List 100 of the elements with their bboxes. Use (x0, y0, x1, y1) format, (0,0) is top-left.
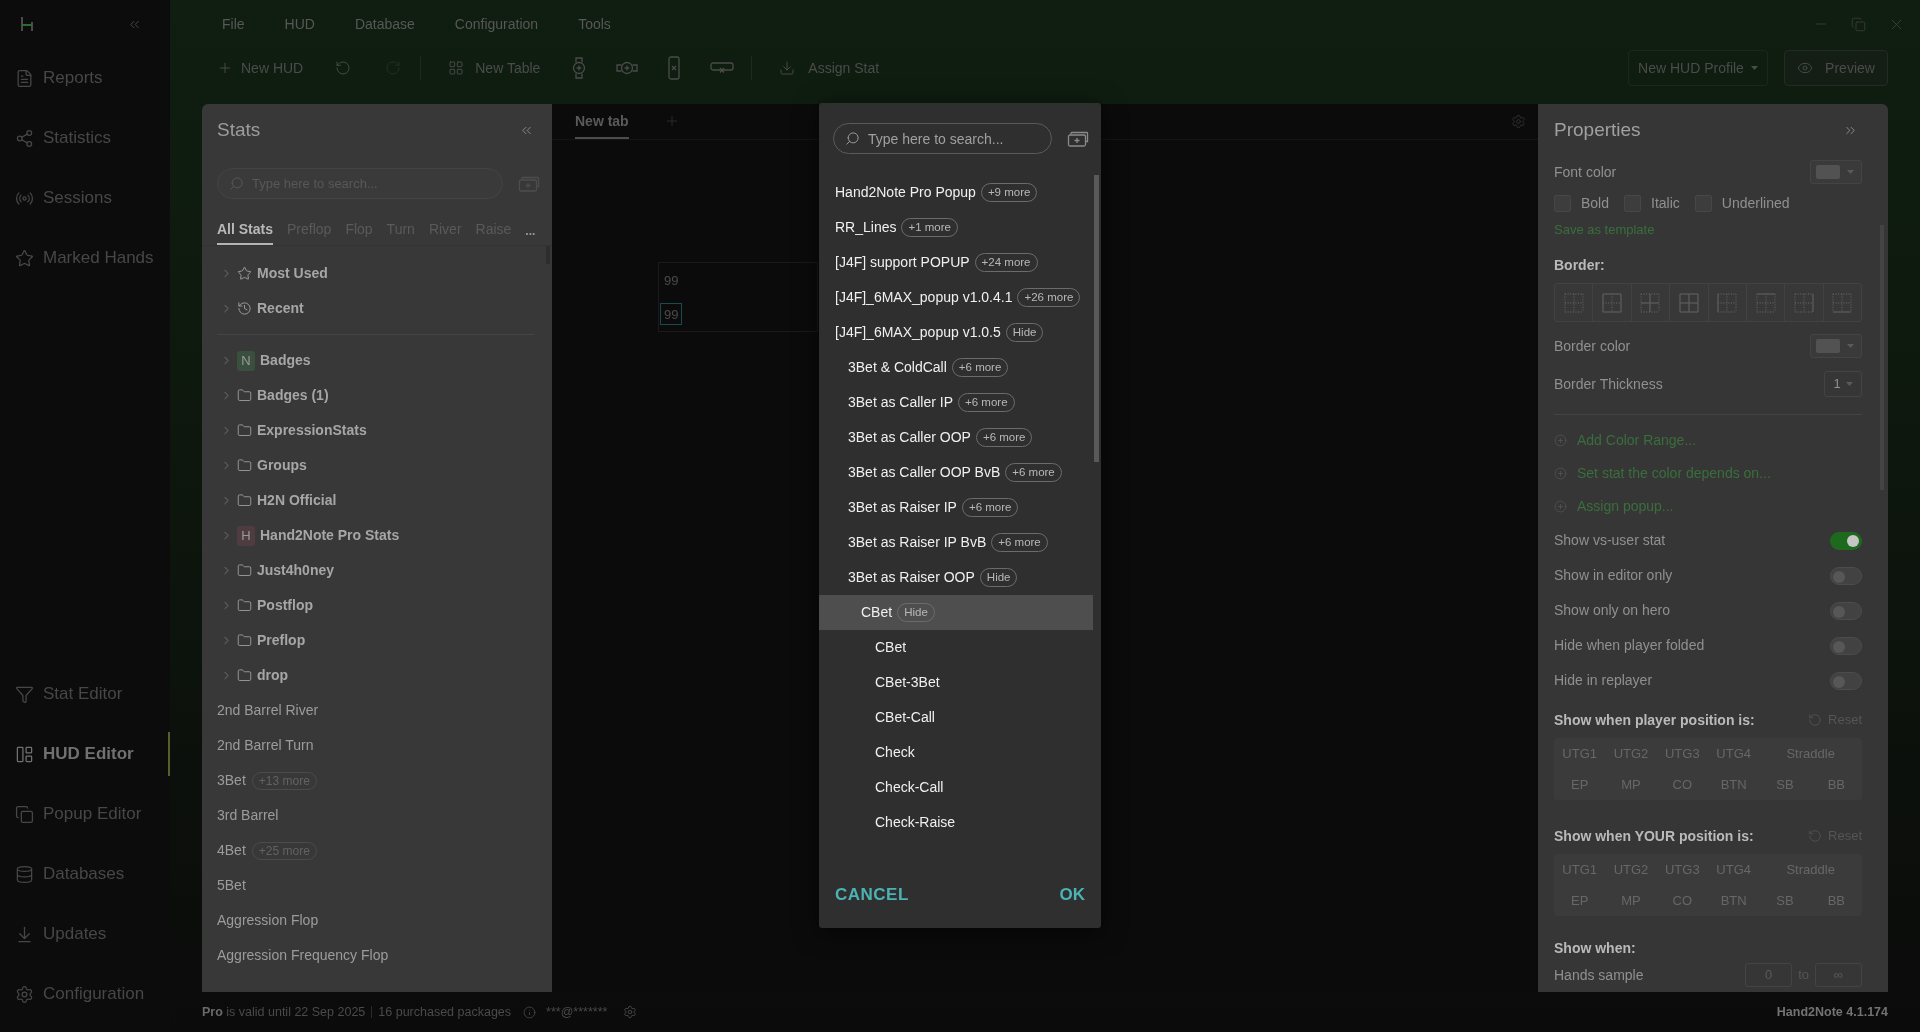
menu-item[interactable]: HUD (284, 13, 315, 35)
caret-icon (1847, 170, 1854, 174)
nav-item[interactable]: Updates (0, 904, 170, 964)
checkbox-label: Italic (1651, 193, 1680, 213)
editor-tab[interactable]: New tab (575, 105, 629, 139)
info-icon[interactable] (523, 1005, 537, 1019)
tree-item[interactable]: Just4h0ney (202, 553, 552, 588)
stat-item[interactable]: Aggression Flop (202, 903, 552, 938)
color-dropdown[interactable] (1810, 334, 1862, 358)
stat-item[interactable]: 3rd Barrel (202, 798, 552, 833)
hud-panel[interactable]: 99 99 (658, 262, 818, 332)
nav-item[interactable]: Databases (0, 844, 170, 904)
stat-item[interactable]: 2nd Barrel River (202, 693, 552, 728)
nav-item[interactable]: Reports (0, 48, 170, 108)
tree-item[interactable]: Postflop (202, 588, 552, 623)
toggle-label: Show only on hero (1554, 601, 1670, 620)
cancel-button[interactable]: CANCEL (835, 881, 909, 908)
tree-item[interactable]: Groups (202, 448, 552, 483)
popup-list-item[interactable]: 3Bet as Raiser IP +6 more (819, 490, 1093, 525)
save-template-link[interactable]: Save as template (1554, 220, 1655, 240)
popup-list-item[interactable]: 3Bet as Caller OOP BvB +6 more (819, 455, 1093, 490)
nav-item[interactable]: Sessions (0, 168, 170, 228)
left-border-icon (1717, 292, 1738, 313)
field-label: Border color (1554, 336, 1631, 356)
hud-stat[interactable]: 99 (660, 269, 683, 292)
field-label: Hands sample (1554, 965, 1644, 985)
stat-item[interactable]: 5Bet (202, 868, 552, 903)
download-icon (779, 60, 796, 76)
tree-item[interactable]: Badges (1) (202, 378, 552, 413)
popup-list-item[interactable]: 3Bet as Caller IP +6 more (819, 385, 1093, 420)
stat-item[interactable]: 2nd Barrel Turn (202, 728, 552, 763)
thickness-dropdown[interactable]: 1 (1824, 371, 1862, 397)
popup-list-item[interactable]: [J4F]_6MAX_popup v1.0.4.1 +26 more (819, 280, 1093, 315)
toggle-switch[interactable] (1830, 531, 1862, 550)
nav-item[interactable]: Statistics (0, 108, 170, 168)
tree-item[interactable]: Recent (202, 291, 552, 326)
popup-list-item[interactable]: CBet (819, 630, 1093, 665)
popup-list-item[interactable]: CBet-Call (819, 700, 1093, 735)
folder-icon (237, 633, 252, 648)
tree-item[interactable]: Most Used (202, 256, 552, 291)
nav-item[interactable]: Popup Editor (0, 784, 170, 844)
popup-list-item[interactable]: Check-Raise (819, 805, 1093, 840)
popup-list-item[interactable]: 3Bet & ColdCall +6 more (819, 350, 1093, 385)
search-field[interactable]: Type here to search... (833, 123, 1052, 154)
toggle-switch[interactable] (1830, 636, 1862, 655)
popup-list-item[interactable]: RR_Lines +1 more (819, 210, 1093, 245)
ok-button[interactable]: OK (1059, 881, 1085, 908)
scrollbar[interactable] (1094, 175, 1099, 462)
nav-item[interactable]: Configuration (0, 964, 170, 1024)
action-link[interactable]: Add Color Range... (1554, 424, 1697, 457)
profile-dropdown[interactable]: New HUD Profile (1628, 50, 1768, 86)
tree-item[interactable]: drop (202, 658, 552, 693)
settings-icon[interactable] (623, 1005, 638, 1019)
settings-icon[interactable] (1511, 114, 1526, 129)
menu-item[interactable]: File (222, 13, 245, 35)
packages-count: 16 purchased packages (378, 1003, 512, 1021)
popup-list-item[interactable]: [J4F]_6MAX_popup v1.0.5 Hide (819, 315, 1093, 350)
more-tabs-button[interactable]: ... (525, 216, 536, 245)
action-link[interactable]: Assign popup... (1554, 490, 1674, 523)
horizontal-plus-icon (616, 61, 639, 75)
toggle-switch[interactable] (1830, 601, 1862, 620)
popup-list-item[interactable]: 3Bet as Raiser IP BvB +6 more (819, 525, 1093, 560)
popup-list-item[interactable]: CBet-3Bet (819, 665, 1093, 700)
nav-item[interactable]: Stat Editor (0, 664, 170, 724)
restore-icon[interactable] (1851, 16, 1866, 32)
popup-list-item[interactable]: [J4F] support POPUP +24 more (819, 245, 1093, 280)
nav-item[interactable]: Marked Hands (0, 228, 170, 288)
tree-item[interactable]: H2N Official (202, 483, 552, 518)
popup-list-item[interactable]: CBet Hide (819, 595, 1093, 630)
popup-list-item[interactable]: 3Bet as Raiser OOP Hide (819, 560, 1093, 595)
tree-item[interactable]: N Badges (202, 343, 552, 378)
toggle-switch[interactable] (1830, 566, 1862, 585)
settings-icon (15, 984, 34, 1004)
toggle-switch[interactable] (1830, 671, 1862, 690)
stat-item[interactable]: Aggression Frequency Flop (202, 938, 552, 973)
menu-item[interactable]: Database (354, 13, 415, 35)
nav-item[interactable]: HUD Editor (0, 724, 170, 784)
new-hud-button[interactable]: New HUD (217, 52, 304, 84)
stats-tab[interactable]: All Stats (217, 216, 273, 245)
hud-stat[interactable]: 99 (660, 303, 683, 326)
popup-list-item[interactable]: Check-Call (819, 770, 1093, 805)
popup-list-item[interactable]: Hand2Note Pro Popup +9 more (819, 175, 1093, 210)
tree-item[interactable]: Preflop (202, 623, 552, 658)
new-table-button[interactable]: New Table (448, 52, 541, 84)
tree-item[interactable]: H Hand2Note Pro Stats (202, 518, 552, 553)
toggle-label: Hide in replayer (1554, 671, 1653, 690)
section-heading: Show when player position is: (1554, 710, 1755, 730)
search-icon (845, 131, 860, 146)
folder-tag: N (237, 350, 255, 371)
color-dropdown[interactable] (1810, 160, 1862, 184)
menu-item[interactable]: Tools (578, 13, 611, 35)
popup-list-item[interactable]: Check (819, 735, 1093, 770)
tree-item[interactable]: ExpressionStats (202, 413, 552, 448)
menu-item[interactable]: Configuration (454, 13, 539, 35)
folder-icon (237, 458, 252, 473)
popup-list-item[interactable]: 3Bet as Caller OOP +6 more (819, 420, 1093, 455)
download-icon (15, 924, 34, 944)
folder-tag: H (237, 525, 255, 546)
add-list-icon[interactable] (1067, 130, 1089, 147)
assign-stat-button[interactable]: Assign Stat (779, 52, 880, 84)
